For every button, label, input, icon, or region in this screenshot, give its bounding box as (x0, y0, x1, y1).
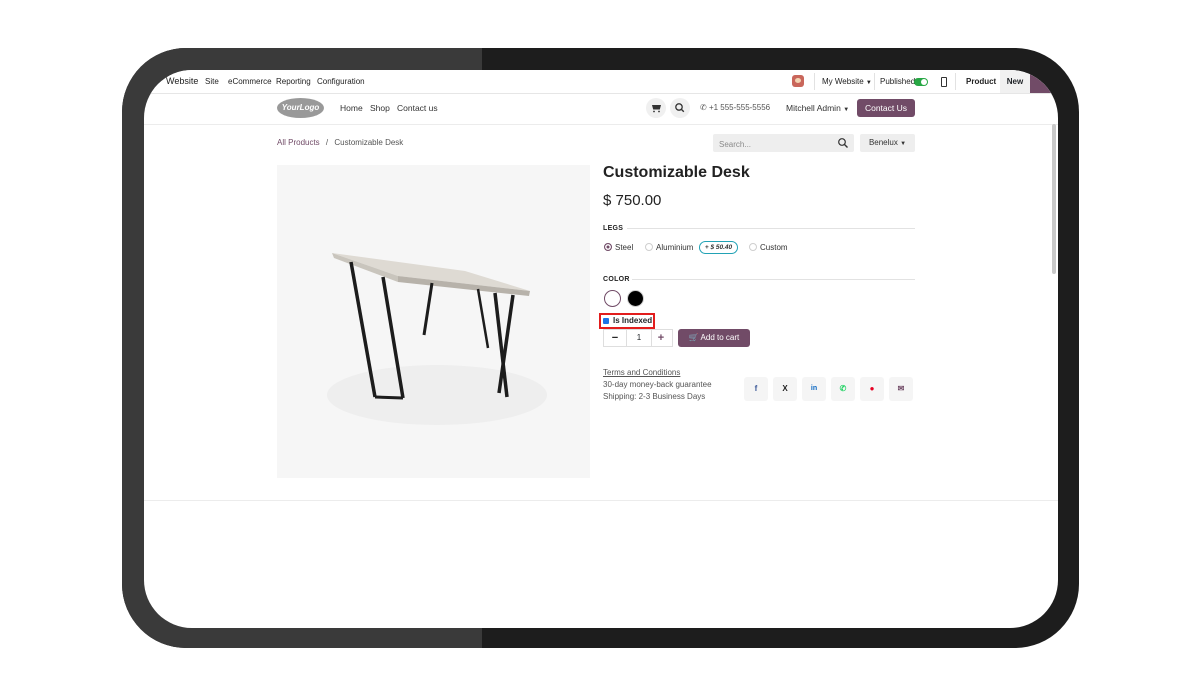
caret-down-icon: ▼ (865, 80, 872, 86)
breadcrumb-separator: / (325, 138, 329, 147)
search-toggle-button[interactable] (670, 98, 690, 118)
phone-link[interactable]: ✆ +1 555-555-5556 (700, 94, 770, 124)
shipping-text: Shipping: 2-3 Business Days (603, 392, 706, 401)
menu-site[interactable]: Site (205, 70, 219, 93)
menu-configuration[interactable]: Configuration (317, 70, 365, 93)
user-name: Mitchell Admin (786, 103, 841, 113)
browser-screen: Website Site eCommerce Reporting Configu… (144, 70, 1058, 628)
published-toggle[interactable] (914, 78, 928, 86)
legs-label-custom: Custom (760, 243, 788, 252)
cart-icon: 🛒 (688, 333, 699, 342)
desk-image (327, 253, 547, 425)
pinterest-icon[interactable]: ● (860, 377, 884, 401)
phone-number: +1 555-555-5556 (708, 103, 771, 112)
add-to-cart-label: Add to cart (700, 333, 740, 342)
facebook-icon[interactable]: f (744, 377, 768, 401)
aluminium-price-extra-badge: + $ 50.40 (699, 241, 738, 254)
legs-label-aluminium: Aluminium (656, 243, 694, 252)
nav-shop[interactable]: Shop (370, 94, 390, 124)
product-title: Customizable Desk (603, 164, 750, 181)
new-button[interactable]: New (1000, 70, 1030, 93)
mobile-preview-icon[interactable] (941, 77, 947, 87)
caret-down-icon: ▼ (843, 107, 850, 113)
product-menu[interactable]: Product (966, 70, 996, 93)
edit-button-edge[interactable] (1030, 70, 1058, 93)
quantity-decrease-button[interactable]: − (604, 330, 626, 346)
divider (955, 73, 956, 90)
divider (814, 73, 815, 90)
site-logo[interactable]: YourLogo (277, 98, 324, 118)
divider (874, 73, 875, 90)
app-name[interactable]: Website (166, 70, 198, 93)
published-label: Published (880, 77, 916, 86)
nav-home[interactable]: Home (340, 94, 363, 124)
legs-label: LEGS (603, 225, 624, 232)
breadcrumb-all-products[interactable]: All Products (277, 138, 320, 147)
product-search (713, 134, 854, 154)
contact-us-button[interactable]: Contact Us (857, 99, 915, 117)
product-price: $ 750.00 (603, 192, 662, 209)
whatsapp-icon[interactable]: ✆ (831, 377, 855, 401)
quantity-increase-button[interactable]: + (650, 330, 672, 346)
quantity-input[interactable]: 1 (626, 330, 652, 346)
caret-down-icon: ▼ (900, 141, 907, 147)
quantity-stepper: − 1 + (603, 329, 673, 347)
user-menu[interactable]: Mitchell Admin ▼ (786, 94, 849, 124)
website-selector[interactable]: My Website ▼ (822, 70, 872, 93)
product-image[interactable] (277, 165, 590, 478)
add-to-cart-button[interactable]: 🛒 Add to cart (678, 329, 750, 347)
color-swatch-black[interactable] (627, 290, 644, 307)
guarantee-text: 30-day money-back guarantee (603, 380, 712, 389)
color-swatch-white[interactable] (604, 290, 621, 307)
content-divider (144, 500, 1058, 501)
cart-button[interactable] (646, 98, 666, 118)
user-avatar[interactable] (792, 75, 804, 87)
color-divider (632, 279, 915, 280)
breadcrumb-current: Customizable Desk (334, 138, 404, 147)
site-header: YourLogo Home Shop Contact us ✆ +1 555-5… (144, 94, 1058, 125)
pricelist-label: Benelux (868, 138, 898, 147)
page-scrollbar[interactable] (1052, 124, 1056, 274)
legs-radio-aluminium[interactable] (645, 243, 653, 251)
menu-ecommerce[interactable]: eCommerce (228, 70, 272, 93)
terms-link[interactable]: Terms and Conditions (603, 368, 680, 377)
legs-radio-steel[interactable] (604, 243, 612, 251)
cart-icon (652, 105, 661, 113)
phone-icon: ✆ (700, 103, 707, 112)
pricelist-dropdown[interactable]: Benelux ▼ (860, 134, 915, 152)
website-selector-label: My Website (822, 77, 864, 86)
nav-contact-us[interactable]: Contact us (397, 94, 438, 124)
is-indexed-checkbox[interactable] (603, 318, 609, 324)
email-icon[interactable]: ✉ (889, 377, 913, 401)
is-indexed-highlight: Is Indexed (599, 313, 655, 329)
website-app-icon (152, 78, 159, 85)
legs-divider (627, 228, 915, 229)
search-icon (675, 103, 685, 113)
legs-radio-custom[interactable] (749, 243, 757, 251)
linkedin-icon[interactable]: in (802, 377, 826, 401)
breadcrumb: All Products / Customizable Desk (277, 138, 403, 147)
search-input[interactable] (713, 135, 829, 154)
legs-label-steel: Steel (615, 243, 634, 252)
search-icon[interactable] (837, 137, 849, 149)
menu-reporting[interactable]: Reporting (276, 70, 311, 93)
color-label: COLOR (603, 276, 630, 283)
x-icon[interactable]: X (773, 377, 797, 401)
admin-top-bar: Website Site eCommerce Reporting Configu… (144, 70, 1058, 94)
is-indexed-label: Is Indexed (613, 316, 653, 325)
